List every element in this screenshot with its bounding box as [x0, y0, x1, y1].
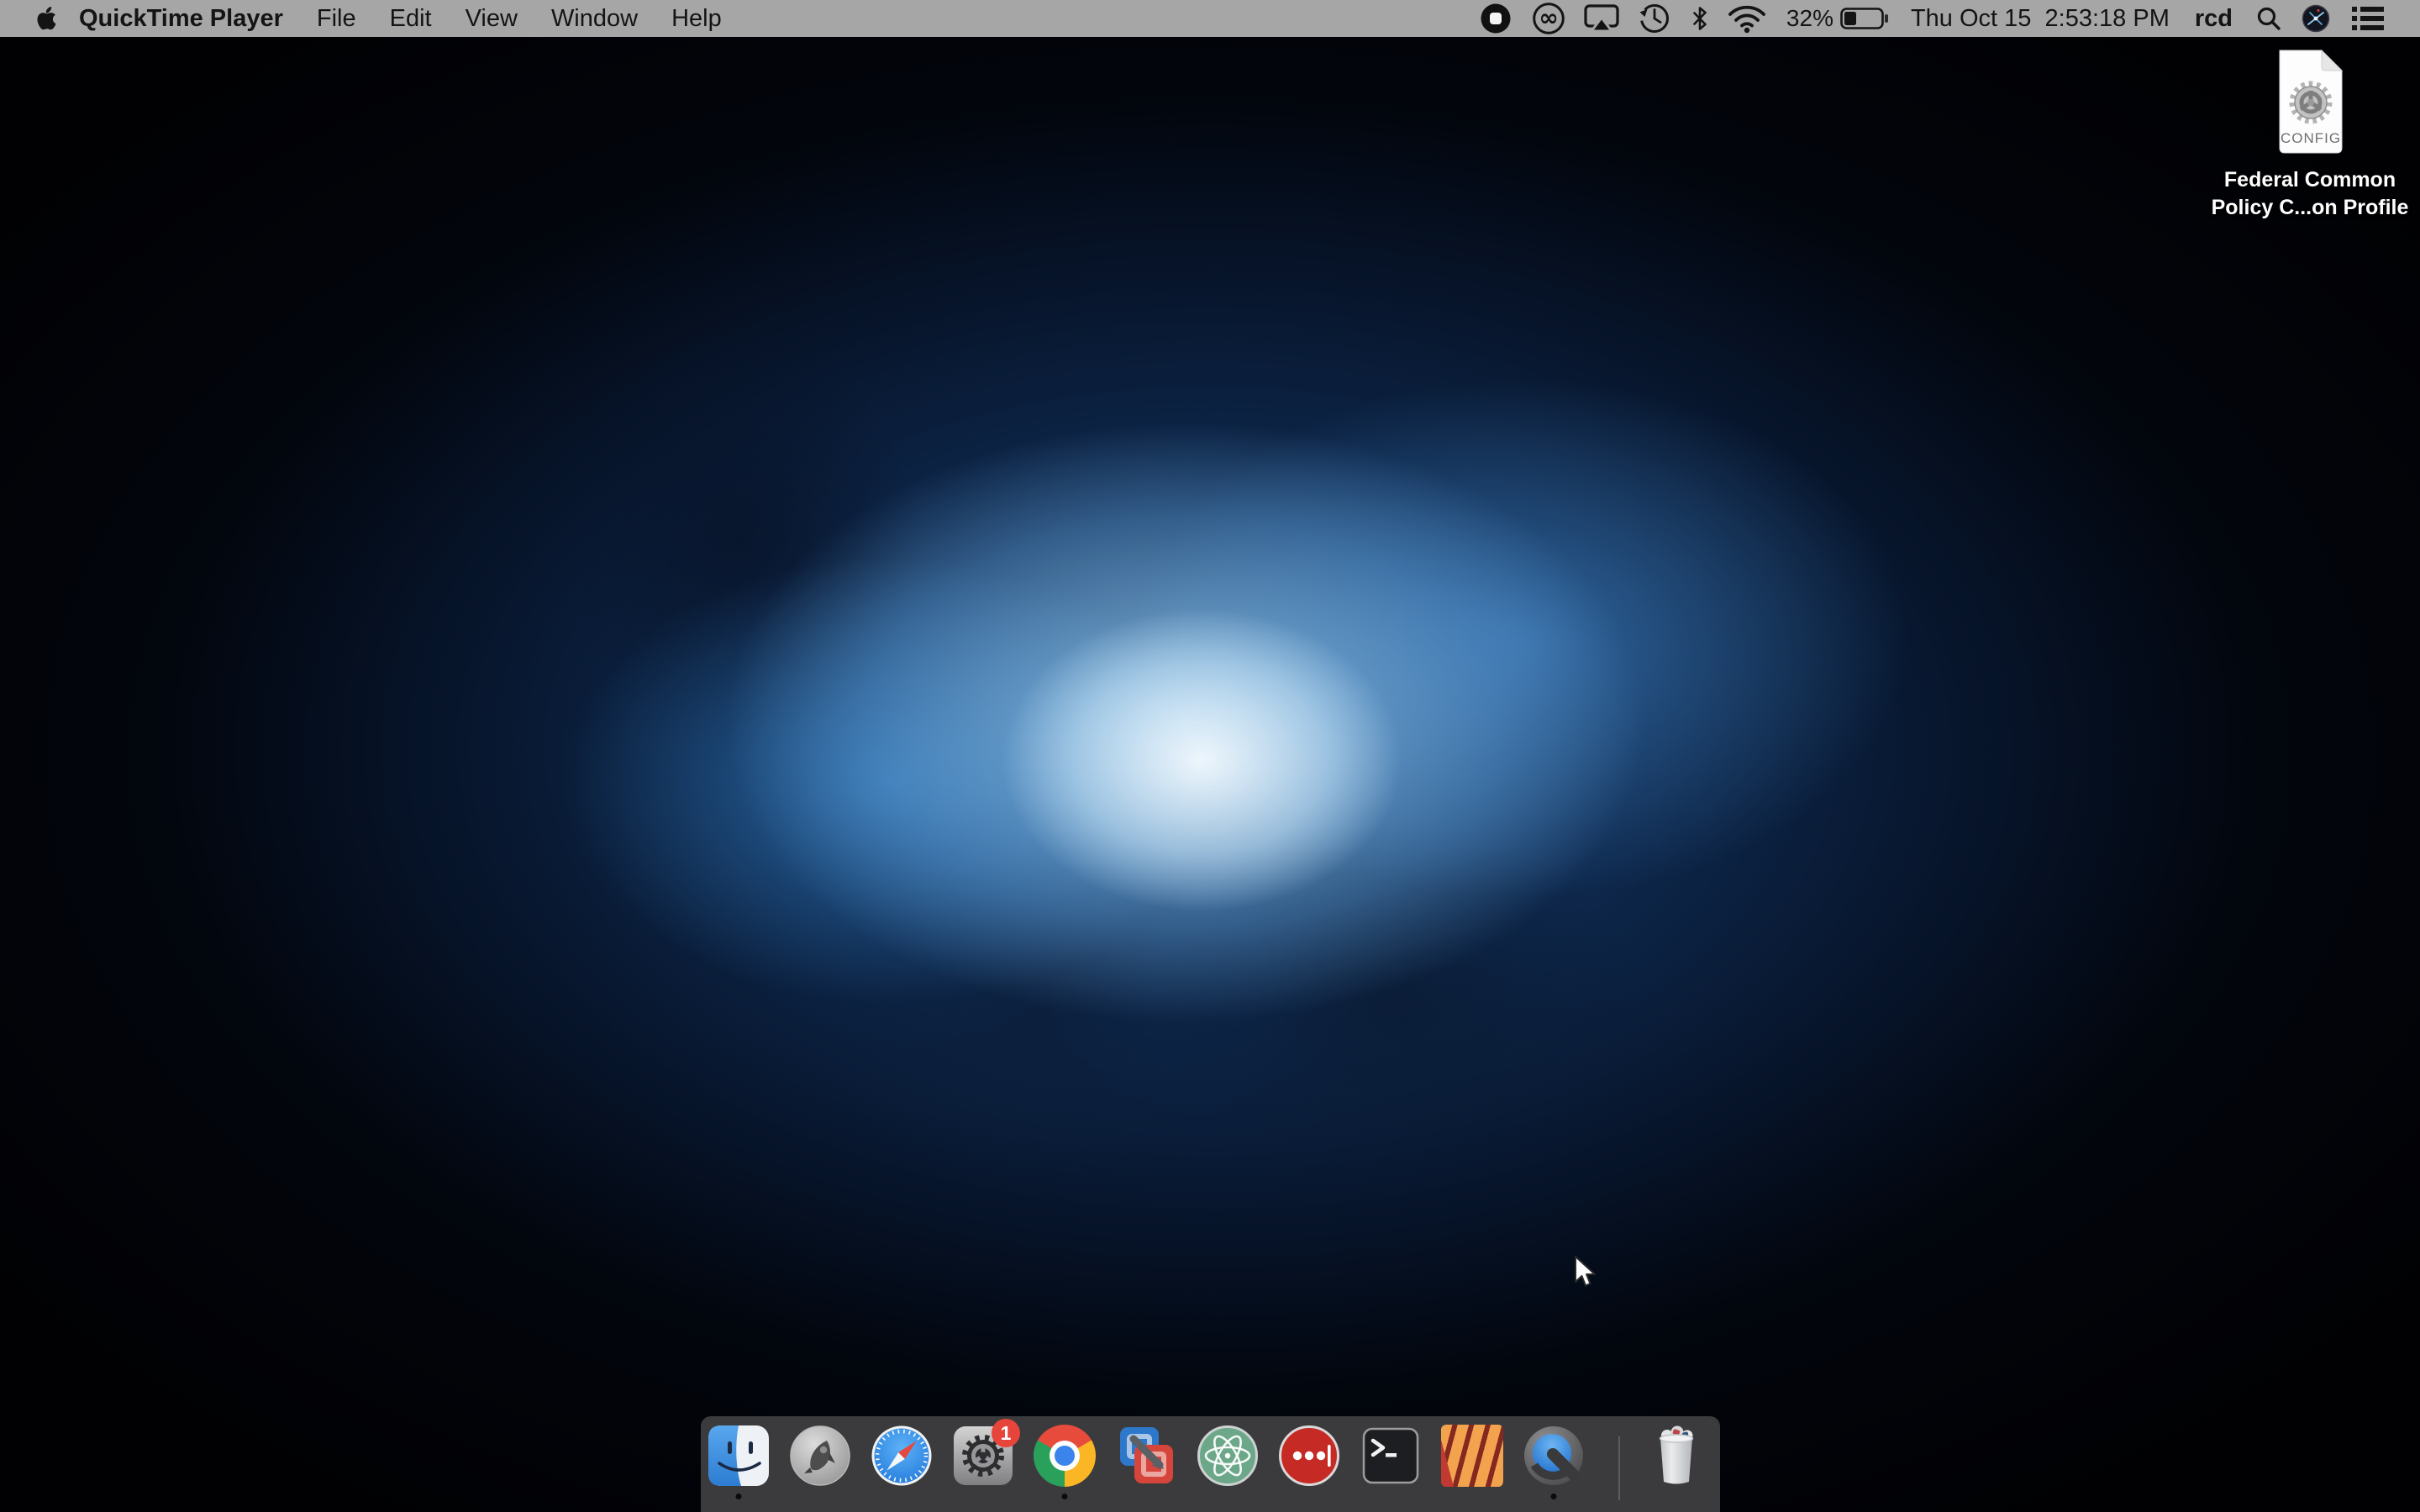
dock-affinity-publisher[interactable] [1441, 1425, 1503, 1487]
running-indicator [736, 1494, 742, 1499]
menu-bar-clock[interactable]: Thu Oct 15 2:53:18 PM [1911, 5, 2170, 33]
dock: 1 [701, 1416, 1720, 1512]
dock-safari[interactable] [871, 1425, 933, 1487]
dock-lastpass[interactable] [1278, 1425, 1340, 1487]
battery-percent[interactable]: 32% [1786, 5, 1833, 32]
mouse-cursor [1573, 1255, 1603, 1290]
terminal-icon [1360, 1425, 1422, 1487]
desktop-file-label: Federal Common Policy C...on Profile [2212, 166, 2409, 222]
desktop-wallpaper: QuickTime Player File Edit View Window H… [0, 0, 2420, 1512]
wifi-icon[interactable] [1728, 3, 1766, 34]
desktop-file-federal-common-policy[interactable]: CONFIG Federal Common Policy C...on Prof… [2200, 49, 2420, 222]
running-indicator [1551, 1494, 1557, 1499]
lastpass-icon [1278, 1425, 1340, 1487]
menu-bar-status: ∞ 32% Thu Oct 15 2:53:18 PM rcd [1460, 1, 2385, 36]
battery-icon[interactable] [1840, 8, 1889, 29]
apple-menu[interactable] [37, 6, 56, 31]
svg-text:∞: ∞ [1539, 4, 1558, 32]
menu-window[interactable]: Window [551, 5, 638, 33]
dock-google-chrome[interactable] [1034, 1425, 1096, 1487]
notification-list-icon[interactable] [2351, 6, 2385, 31]
running-indicator [1062, 1494, 1068, 1499]
menu-file[interactable]: File [317, 5, 356, 33]
dock-finder[interactable] [708, 1425, 770, 1487]
dock-launchpad[interactable] [789, 1425, 851, 1487]
dock-system-preferences[interactable]: 1 [952, 1425, 1014, 1487]
menu-help[interactable]: Help [671, 5, 722, 33]
config-document-icon: CONFIG [2271, 49, 2349, 156]
dock-vmware-fusion[interactable] [1115, 1425, 1177, 1487]
vmware-fusion-icon [1115, 1425, 1177, 1487]
chrome-icon [1034, 1425, 1096, 1487]
menu-bar: QuickTime Player File Edit View Window H… [0, 0, 2420, 37]
dock-terminal[interactable] [1360, 1425, 1422, 1487]
active-app-menu[interactable]: QuickTime Player [79, 5, 283, 33]
spotlight-icon[interactable] [2256, 6, 2281, 31]
dock-atom[interactable] [1197, 1425, 1259, 1487]
time-machine-icon[interactable] [1637, 1, 1672, 36]
avatar-icon[interactable] [2302, 4, 2330, 33]
dock-quicktime-player[interactable] [1523, 1425, 1585, 1487]
trash-full-icon [1645, 1425, 1707, 1487]
atom-icon [1197, 1425, 1259, 1487]
affinity-publisher-icon [1441, 1425, 1503, 1487]
launchpad-icon [789, 1425, 851, 1487]
bluetooth-icon[interactable] [1690, 5, 1710, 32]
dock-trash[interactable] [1645, 1425, 1707, 1487]
notification-badge: 1 [992, 1419, 1020, 1447]
quicktime-icon [1523, 1425, 1585, 1487]
fast-user-switch[interactable]: rcd [2195, 5, 2233, 33]
menu-bar-left: QuickTime Player File Edit View Window H… [0, 5, 722, 33]
menu-edit[interactable]: Edit [390, 5, 432, 33]
apple-icon [37, 6, 56, 31]
finder-icon [708, 1425, 770, 1487]
svg-text:CONFIG: CONFIG [2281, 130, 2341, 146]
dock-separator [1618, 1436, 1620, 1500]
stop-recording-icon[interactable] [1478, 1, 1513, 36]
menu-view[interactable]: View [466, 5, 518, 33]
safari-icon [871, 1425, 933, 1487]
airplay-icon[interactable] [1584, 4, 1619, 33]
creative-cloud-icon[interactable]: ∞ [1531, 1, 1566, 36]
